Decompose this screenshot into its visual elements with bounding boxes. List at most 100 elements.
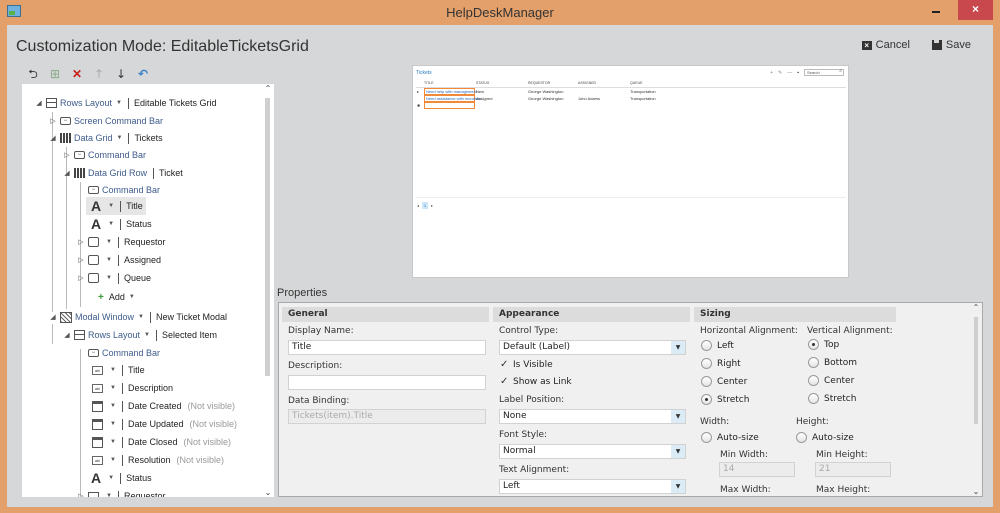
move-down-icon[interactable]: ↓ xyxy=(114,67,128,81)
edit-icon[interactable]: ✎ xyxy=(778,70,782,76)
chevron-down-icon[interactable]: ▼ xyxy=(110,421,116,427)
tree-node[interactable]: ▼ Date Created (Not visible) xyxy=(90,398,235,414)
collapse-icon[interactable]: ◢ xyxy=(34,99,44,107)
tree-node[interactable]: ◢ Rows Layout ▼ Editable Tickets Grid xyxy=(34,95,217,111)
scroll-down-icon[interactable]: ⌄ xyxy=(262,488,274,497)
chevron-down-icon[interactable]: ▼ xyxy=(110,385,116,391)
expand-icon[interactable]: ▷ xyxy=(62,151,72,159)
undo-icon[interactable]: ↶ xyxy=(136,67,150,81)
dropdown-arrow-icon[interactable]: ▼ xyxy=(671,445,685,458)
tree-node[interactable]: ◢ Data Grid ▼ Tickets xyxy=(48,130,163,146)
column-header[interactable]: Title xyxy=(424,81,434,85)
collapse-icon[interactable]: ◢ xyxy=(48,313,58,321)
chevron-down-icon[interactable]: ▼ xyxy=(106,275,112,281)
add-item-button[interactable]: + Add ▼ xyxy=(98,289,139,305)
h-align-left-radio[interactable]: Left xyxy=(701,340,734,351)
chevron-down-icon[interactable]: ▼ xyxy=(144,332,150,338)
tree-node[interactable]: ▫▫ Command Bar xyxy=(86,182,160,198)
expand-icon[interactable]: ▷ xyxy=(76,238,86,246)
collapse-icon[interactable]: ◢ xyxy=(62,169,72,177)
chevron-down-icon[interactable]: ▼ xyxy=(106,239,112,245)
tree-node[interactable]: abl ▼ Title xyxy=(90,362,145,378)
add-item-icon[interactable]: ⮌ xyxy=(26,67,40,81)
chevron-down-icon[interactable]: ▼ xyxy=(106,257,112,263)
v-align-stretch-radio[interactable]: Stretch xyxy=(808,393,856,404)
collapse-icon[interactable]: ◢ xyxy=(48,134,58,142)
tree-node[interactable]: ◢ Data Grid Row Ticket xyxy=(62,165,183,181)
v-align-center-radio[interactable]: Center xyxy=(808,375,854,386)
scroll-up-icon[interactable]: ⌃ xyxy=(970,303,982,312)
move-up-icon[interactable]: ↑ xyxy=(92,67,106,81)
chevron-down-icon[interactable]: ▼ xyxy=(117,135,123,141)
height-autosize-radio[interactable]: Auto-size xyxy=(796,432,854,443)
h-align-right-radio[interactable]: Right xyxy=(701,358,741,369)
expand-icon[interactable]: ▷ xyxy=(76,492,86,497)
column-header[interactable]: Status xyxy=(476,81,489,85)
h-align-stretch-radio[interactable]: Stretch xyxy=(701,394,749,405)
chevron-down-icon[interactable]: ▼ xyxy=(110,439,116,445)
is-visible-checkbox[interactable]: ✓ Is Visible xyxy=(500,359,553,370)
grid-cell[interactable]: Need assistance with mountain xyxy=(426,96,481,101)
width-autosize-radio[interactable]: Auto-size xyxy=(701,432,759,443)
export-icon[interactable]: ▪ xyxy=(797,70,799,76)
chevron-down-icon[interactable]: ▼ xyxy=(108,475,114,481)
scroll-up-icon[interactable]: ⌃ xyxy=(262,84,274,93)
page-button[interactable]: 1 xyxy=(422,202,429,209)
save-button[interactable]: Save xyxy=(931,39,971,51)
chevron-down-icon[interactable]: ▼ xyxy=(110,457,116,463)
h-align-center-radio[interactable]: Center xyxy=(701,376,747,387)
dropdown-arrow-icon[interactable]: ▼ xyxy=(671,410,685,423)
tree-node[interactable]: ▷ ▫▫ Command Bar xyxy=(62,147,146,163)
column-header[interactable]: Requestor xyxy=(528,81,550,85)
tree-node[interactable]: ▷ ▼ Queue xyxy=(76,270,151,286)
remove-icon[interactable]: — xyxy=(787,70,792,76)
chevron-down-icon[interactable]: ▼ xyxy=(108,221,114,227)
tree-node[interactable]: ▷ ▫▫ Screen Command Bar xyxy=(48,113,163,129)
chevron-down-icon[interactable]: ▼ xyxy=(108,203,114,209)
dropdown-arrow-icon[interactable]: ▼ xyxy=(671,341,685,354)
expand-icon[interactable]: ▷ xyxy=(48,117,58,125)
tree-node[interactable]: ▼ Date Closed (Not visible) xyxy=(90,434,231,450)
display-name-field[interactable]: Title xyxy=(288,340,486,355)
column-header[interactable]: Queue xyxy=(630,81,642,85)
preview-search-input[interactable]: Search xyxy=(804,69,844,76)
control-type-select[interactable]: Default (Label) ▼ xyxy=(499,340,686,355)
tree-node[interactable]: abl ▼ Resolution (Not visible) xyxy=(90,452,224,468)
properties-scrollbar[interactable]: ⌃ ⌄ xyxy=(970,303,982,496)
dropdown-arrow-icon[interactable]: ▼ xyxy=(671,480,685,493)
next-page-icon[interactable]: ▸ xyxy=(431,203,433,208)
expand-icon[interactable]: ▷ xyxy=(76,274,86,282)
minimize-button[interactable] xyxy=(920,0,950,20)
cancel-button[interactable]: × Cancel xyxy=(861,39,910,51)
scrollbar-thumb[interactable] xyxy=(974,317,978,424)
chevron-down-icon[interactable]: ▼ xyxy=(110,403,116,409)
v-align-top-radio[interactable]: Top xyxy=(808,339,839,350)
chevron-down-icon[interactable]: ▼ xyxy=(138,314,144,320)
chevron-down-icon[interactable]: ▼ xyxy=(110,367,116,373)
tree-node[interactable]: A ▼ Status xyxy=(89,216,152,232)
tree-node[interactable]: A ▼ Status xyxy=(89,470,152,486)
chevron-down-icon[interactable]: ▼ xyxy=(106,493,112,497)
tree-node[interactable]: abl ▼ Description xyxy=(90,380,173,396)
column-header[interactable]: Assigned xyxy=(578,81,596,85)
chevron-down-icon[interactable]: ▼ xyxy=(116,100,122,106)
scrollbar-thumb[interactable] xyxy=(265,98,270,376)
scroll-down-icon[interactable]: ⌄ xyxy=(970,487,982,496)
tree-node[interactable]: ▷ ▼ Requestor xyxy=(76,234,165,250)
grid-cell[interactable]: Need help with management xyxy=(426,89,477,94)
tree-node[interactable]: ▫▫ Command Bar xyxy=(86,345,160,361)
tree-node[interactable]: ▷ ▼ Requestor xyxy=(76,488,165,497)
add-icon[interactable]: + xyxy=(770,70,773,76)
close-button[interactable]: × xyxy=(958,0,993,20)
tree-node[interactable]: ◢ Modal Window ▼ New Ticket Modal xyxy=(48,309,227,325)
add-row-icon[interactable]: ⊞ xyxy=(48,67,62,81)
tree-node[interactable]: ▷ ▼ Assigned xyxy=(76,252,161,268)
v-align-bottom-radio[interactable]: Bottom xyxy=(808,357,857,368)
tree-node[interactable]: ◢ Rows Layout ▼ Selected Item xyxy=(62,327,217,343)
font-style-select[interactable]: Normal ▼ xyxy=(499,444,686,459)
tree-node-selected[interactable]: A ▼ Title xyxy=(86,197,146,215)
tree-scrollbar[interactable]: ⌃ ⌄ xyxy=(262,84,274,497)
chevron-down-icon[interactable]: ▼ xyxy=(129,294,135,300)
tree-node[interactable]: ▼ Date Updated (Not visible) xyxy=(90,416,237,432)
delete-icon[interactable]: ✕ xyxy=(70,67,84,81)
